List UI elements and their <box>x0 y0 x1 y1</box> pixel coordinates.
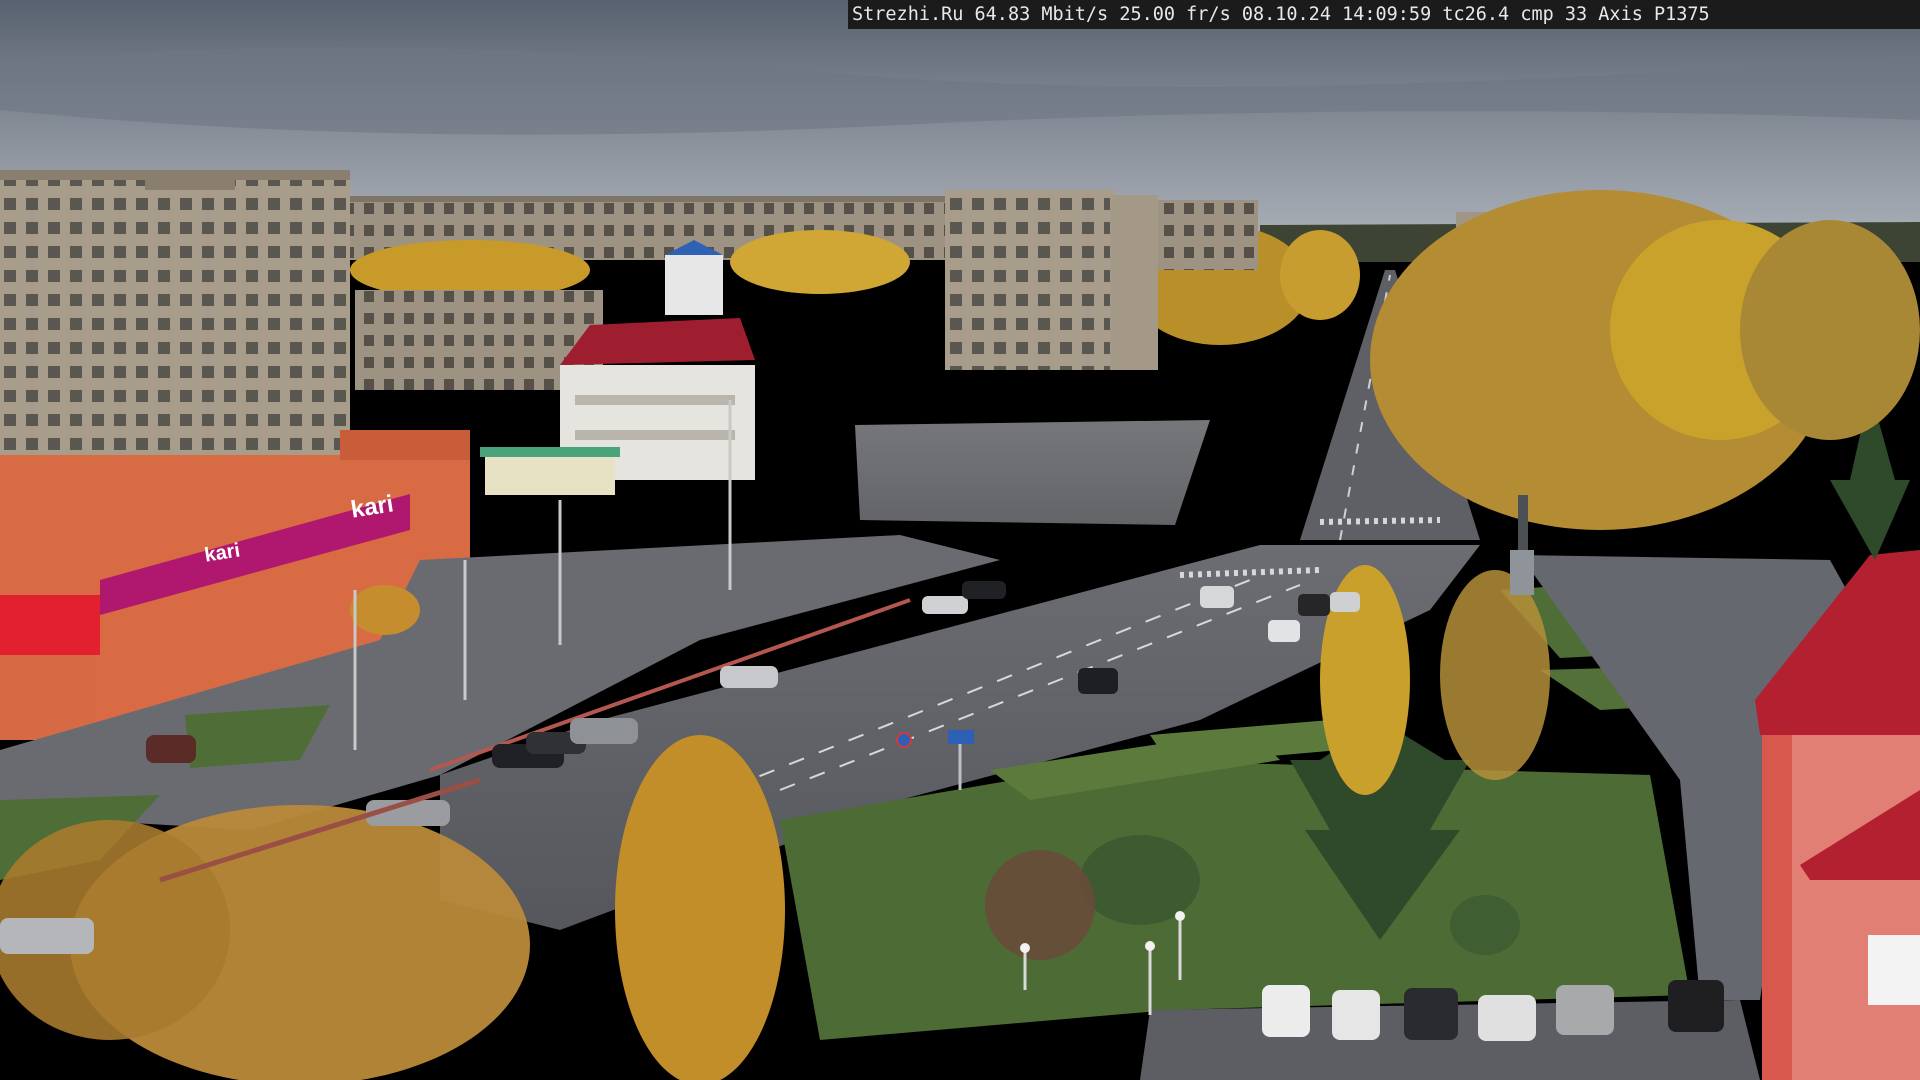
lane-road-sign <box>948 730 974 744</box>
no-parking-sign <box>896 732 912 748</box>
parked-car <box>1556 985 1614 1035</box>
car <box>1298 594 1330 616</box>
tall-apartment-building <box>945 190 1115 370</box>
car <box>962 581 1006 599</box>
overlay-site: Strezhi.Ru <box>852 4 964 25</box>
overlay-cmp: cmp 33 <box>1520 4 1588 25</box>
car <box>1200 586 1234 608</box>
camera-frame: kari kari Strezhi.Ru 64.83 Mbit/s 25.00 … <box>0 0 1920 1080</box>
overlay-tc: tc26.4 <box>1442 4 1510 25</box>
car <box>1078 668 1118 694</box>
parked-car <box>146 735 196 763</box>
parked-car <box>1262 985 1310 1037</box>
autumn-tree-center <box>615 735 785 1080</box>
plaza <box>855 420 1210 525</box>
overlay-date: 08.10.24 <box>1241 4 1331 25</box>
car <box>1268 620 1300 642</box>
camera-info-overlay: Strezhi.Ru 64.83 Mbit/s 25.00 fr/s 08.10… <box>848 0 1920 29</box>
overlay-framerate: 25.00 fr/s <box>1119 4 1231 25</box>
overlay-bitrate: 64.83 Mbit/s <box>974 4 1109 25</box>
monument <box>1510 550 1534 595</box>
overlay-time: 14:09:59 <box>1342 4 1432 25</box>
car <box>922 596 968 614</box>
parked-car <box>1404 988 1458 1040</box>
small-kiosk <box>485 455 615 495</box>
city-street-scene <box>0 0 1920 1080</box>
parked-car <box>570 718 638 744</box>
parked-car <box>1478 995 1536 1041</box>
car <box>1330 592 1360 612</box>
car <box>720 666 778 688</box>
parked-car <box>0 918 94 954</box>
overlay-camera-model: Axis P1375 <box>1598 4 1710 25</box>
grass-lower-park <box>780 760 1690 1040</box>
parked-car <box>1332 990 1380 1040</box>
parked-car <box>1668 980 1724 1032</box>
